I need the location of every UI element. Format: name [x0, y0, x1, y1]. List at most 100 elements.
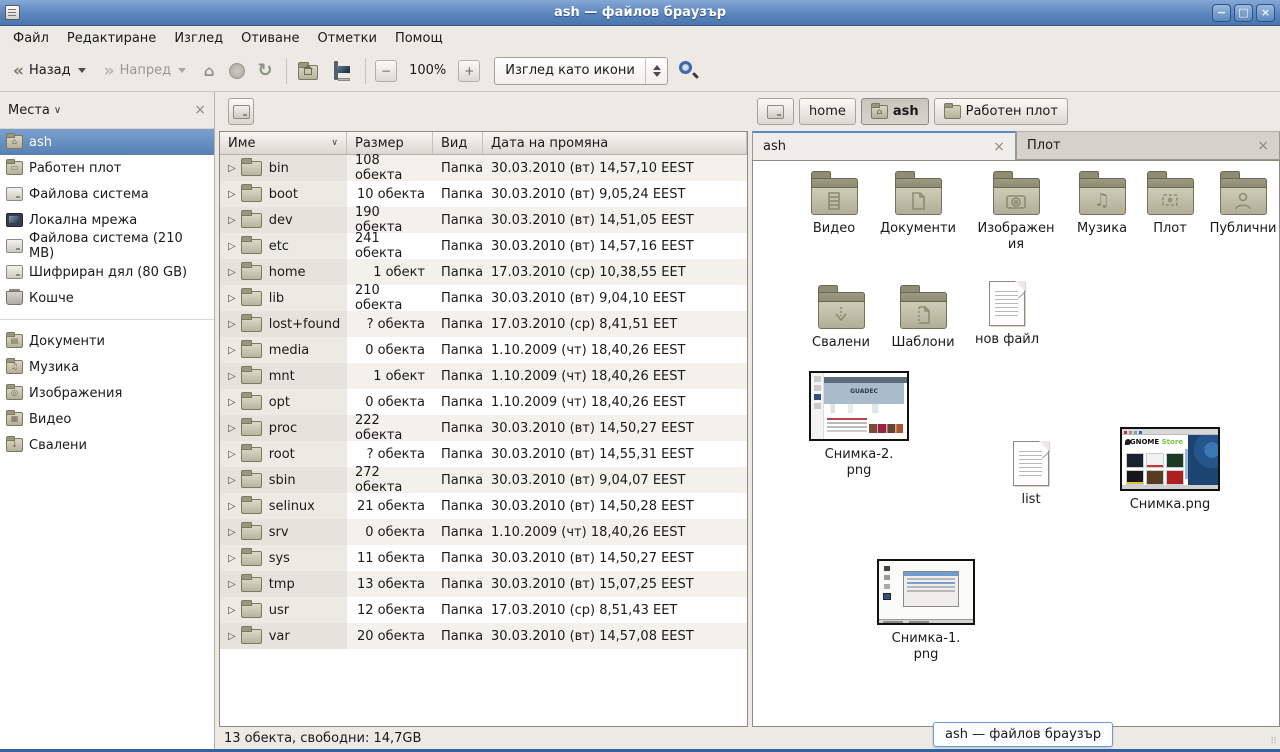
- expander-icon[interactable]: ▷: [228, 319, 236, 330]
- expander-icon[interactable]: ▷: [228, 189, 236, 200]
- table-row[interactable]: ▷media0 обектаПапка1.10.2009 (чт) 18,40,…: [220, 337, 747, 363]
- expander-icon[interactable]: ▷: [228, 631, 236, 642]
- expander-icon[interactable]: ▷: [228, 579, 236, 590]
- sidebar-item-шифриран-дял-80-gb-[interactable]: Шифриран дял (80 GB): [0, 259, 214, 285]
- column-header-size[interactable]: Размер: [347, 132, 433, 154]
- expander-icon[interactable]: ▷: [228, 345, 236, 356]
- table-row[interactable]: ▷bin108 обектаПапка30.03.2010 (вт) 14,57…: [220, 155, 747, 181]
- expander-icon[interactable]: ▷: [228, 449, 236, 460]
- icon-view-item-docs[interactable]: Документи: [863, 169, 973, 237]
- menu-item-изглед[interactable]: Изглед: [165, 28, 232, 49]
- sidebar-item-кошче[interactable]: Кошче: [0, 285, 214, 311]
- table-row[interactable]: ▷proc222 обектаПапка30.03.2010 (вт) 14,5…: [220, 415, 747, 441]
- reload-button[interactable]: ↻: [253, 59, 277, 83]
- icon-view-item-list[interactable]: list: [976, 441, 1086, 508]
- expander-icon[interactable]: ▷: [228, 475, 236, 486]
- table-row[interactable]: ▷etc241 обектаПапка30.03.2010 (вт) 14,57…: [220, 233, 747, 259]
- forward-button[interactable]: » Напред: [97, 59, 193, 82]
- tab-close-icon[interactable]: ×: [1257, 138, 1269, 154]
- back-button[interactable]: « Назад: [6, 59, 93, 82]
- row-type-cell: Папка: [433, 233, 483, 259]
- zoom-in-button[interactable]: +: [458, 60, 480, 82]
- expander-icon[interactable]: ▷: [228, 371, 236, 382]
- icon-view-item-snimka2[interactable]: GUADECСнимка-2. png: [804, 371, 914, 480]
- sidebar-item-ash[interactable]: ⌂ash: [0, 129, 214, 155]
- table-row[interactable]: ▷mnt1 обектПапка1.10.2009 (чт) 18,40,26 …: [220, 363, 747, 389]
- maximize-button[interactable]: □: [1234, 4, 1253, 22]
- tab-плот[interactable]: Плот×: [1016, 131, 1280, 160]
- up-button[interactable]: ⌂: [197, 59, 221, 83]
- table-row[interactable]: ▷home1 обектПапка17.03.2010 (ср) 10,38,5…: [220, 259, 747, 285]
- row-date-cell: 30.03.2010 (вт) 9,05,24 EEST: [483, 181, 747, 207]
- sidebar-item-локална-мрежа[interactable]: Локална мрежа: [0, 207, 214, 233]
- menu-item-редактиране[interactable]: Редактиране: [58, 28, 165, 49]
- toolbar-separator: [365, 58, 366, 84]
- expander-icon[interactable]: ▷: [228, 553, 236, 564]
- expander-icon[interactable]: ▷: [228, 605, 236, 616]
- expander-icon[interactable]: ▷: [228, 163, 236, 174]
- view-mode-select[interactable]: Изглед като икони: [494, 57, 668, 85]
- breadcrumb-ash[interactable]: ⌂ash: [861, 98, 929, 125]
- expander-icon[interactable]: ▷: [228, 527, 236, 538]
- expander-icon[interactable]: ▷: [228, 241, 236, 252]
- table-row[interactable]: ▷lib210 обектаПапка30.03.2010 (вт) 9,04,…: [220, 285, 747, 311]
- sidebar-title[interactable]: Места: [8, 103, 50, 118]
- computer-button[interactable]: [332, 59, 356, 83]
- table-row[interactable]: ▷usr12 обектаПапка17.03.2010 (ср) 8,51,4…: [220, 597, 747, 623]
- sidebar-close-icon[interactable]: ×: [194, 102, 206, 118]
- stop-button[interactable]: [225, 59, 249, 83]
- expander-icon[interactable]: ▷: [228, 397, 236, 408]
- icon-view-item-snimka1[interactable]: Снимка-1. png: [871, 559, 981, 664]
- table-row[interactable]: ▷sys11 обектаПапка30.03.2010 (вт) 14,50,…: [220, 545, 747, 571]
- icon-view-item-newfile[interactable]: нов файл: [952, 281, 1062, 348]
- resize-grip[interactable]: ⠿: [1270, 737, 1278, 747]
- column-header-name[interactable]: Име∨: [220, 132, 347, 154]
- back-history-caret[interactable]: [78, 68, 86, 73]
- table-row[interactable]: ▷tmp13 обектаПапка30.03.2010 (вт) 15,07,…: [220, 571, 747, 597]
- sidebar-item-документи[interactable]: ▤Документи: [0, 328, 214, 354]
- sidebar-item-видео[interactable]: ▦Видео: [0, 406, 214, 432]
- sidebar-item-работен-плот[interactable]: ▭Работен плот: [0, 155, 214, 181]
- menu-item-отиване[interactable]: Отиване: [232, 28, 308, 49]
- table-row[interactable]: ▷boot10 обектаПапка30.03.2010 (вт) 9,05,…: [220, 181, 747, 207]
- tab-ash[interactable]: ash×: [752, 131, 1016, 160]
- expander-icon[interactable]: ▷: [228, 501, 236, 512]
- breadcrumb-root[interactable]: [757, 98, 794, 125]
- menu-item-файл[interactable]: Файл: [4, 28, 58, 49]
- desktop-folder-icon: ▭: [6, 161, 23, 175]
- breadcrumb-home[interactable]: home: [799, 98, 856, 125]
- close-button[interactable]: ×: [1256, 4, 1275, 22]
- sidebar-item-музика[interactable]: ♫Музика: [0, 354, 214, 380]
- table-row[interactable]: ▷srv0 обектаПапка1.10.2009 (чт) 18,40,26…: [220, 519, 747, 545]
- expander-icon[interactable]: ▷: [228, 267, 236, 278]
- menu-item-помощ[interactable]: Помощ: [386, 28, 452, 49]
- expander-icon[interactable]: ▷: [228, 423, 236, 434]
- forward-history-caret[interactable]: [178, 68, 186, 73]
- icon-view-item-snimka[interactable]: GNOME StoreСнимка.png: [1115, 427, 1225, 513]
- table-row[interactable]: ▷dev190 обектаПапка30.03.2010 (вт) 14,51…: [220, 207, 747, 233]
- sidebar-item-изображения[interactable]: ◎Изображения: [0, 380, 214, 406]
- table-row[interactable]: ▷var20 обектаПапка30.03.2010 (вт) 14,57,…: [220, 623, 747, 649]
- table-row[interactable]: ▷selinux21 обектаПапка30.03.2010 (вт) 14…: [220, 493, 747, 519]
- sidebar-item-свалени[interactable]: ↓Свалени: [0, 432, 214, 458]
- expander-icon[interactable]: ▷: [228, 215, 236, 226]
- minimize-button[interactable]: −: [1212, 4, 1231, 22]
- zoom-out-button[interactable]: −: [375, 60, 397, 82]
- table-row[interactable]: ▷sbin272 обектаПапка30.03.2010 (вт) 9,04…: [220, 467, 747, 493]
- home-button[interactable]: [296, 59, 320, 83]
- sidebar-item-файлова-система[interactable]: Файлова система: [0, 181, 214, 207]
- table-row[interactable]: ▷opt0 обектаПапка1.10.2009 (чт) 18,40,26…: [220, 389, 747, 415]
- column-header-type[interactable]: Вид: [433, 132, 483, 154]
- search-button[interactable]: [678, 60, 700, 82]
- sidebar-item-файлова-система-210-mb-[interactable]: Файлова система (210 MB): [0, 233, 214, 259]
- tab-close-icon[interactable]: ×: [993, 139, 1005, 155]
- column-header-date[interactable]: Дата на промяна: [483, 132, 747, 154]
- icon-view-item-public[interactable]: Публични: [1188, 169, 1280, 237]
- breadcrumb-Работен плот[interactable]: Работен плот: [934, 98, 1068, 125]
- table-row[interactable]: ▷lost+found? обектаПапка17.03.2010 (ср) …: [220, 311, 747, 337]
- menu-item-отметки[interactable]: Отметки: [308, 28, 385, 49]
- folder-icon: [1220, 178, 1267, 215]
- root-drive-button[interactable]: [228, 98, 254, 125]
- expander-icon[interactable]: ▷: [228, 293, 236, 304]
- table-row[interactable]: ▷root? обектаПапка30.03.2010 (вт) 14,55,…: [220, 441, 747, 467]
